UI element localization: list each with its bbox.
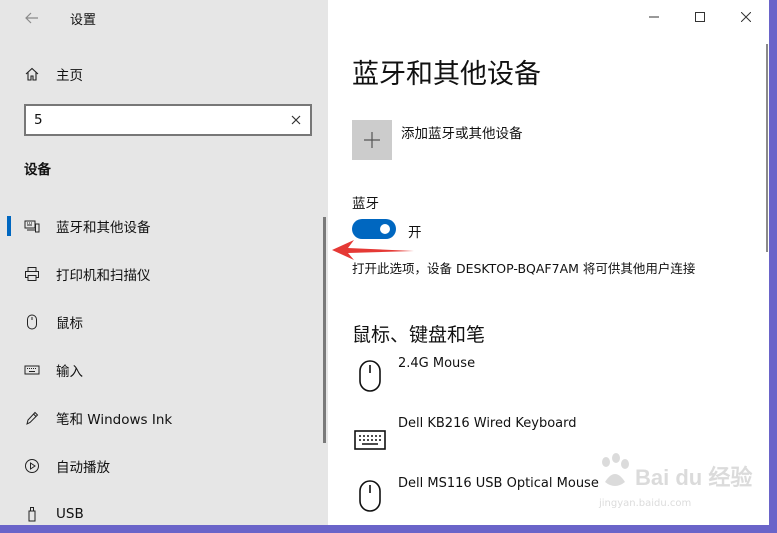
mouse-icon [359,360,381,392]
clear-search-icon[interactable] [288,112,304,128]
back-button[interactable] [18,6,46,30]
sidebar-item-label: 笔和 Windows Ink [56,412,173,428]
title-bar-left: 设置 [0,0,328,36]
sidebar: 设置 主页 设备 蓝牙和 [0,0,328,525]
home-icon [25,67,39,81]
plus-icon [364,132,380,148]
settings-window: 设置 主页 设备 蓝牙和 [0,0,769,525]
search-box [24,104,312,136]
sidebar-item-mouse[interactable]: 鼠标 [0,302,320,342]
watermark-brand: Bai du 经验 [635,465,753,490]
maximize-icon [695,12,705,22]
annotation-arrow-icon [332,240,414,260]
section-title: 鼠标、键盘和笔 [352,324,486,346]
add-device-button[interactable] [352,120,392,160]
sidebar-item-printers[interactable]: 打印机和扫描仪 [0,254,320,294]
device-name: Dell KB216 Wired Keyboard [398,416,577,431]
sidebar-item-label: 鼠标 [56,316,83,332]
device-item[interactable]: 2.4G Mouse [352,356,752,400]
close-icon [741,12,751,22]
close-button[interactable] [723,0,769,34]
sidebar-scrollbar[interactable] [323,217,326,443]
maximize-button[interactable] [677,0,723,34]
mouse-icon [359,480,381,512]
device-name: 2.4G Mouse [398,356,476,371]
printer-icon [25,267,39,281]
page-title: 蓝牙和其他设备 [352,59,541,90]
sidebar-item-autoplay[interactable]: 自动播放 [0,446,320,486]
sidebar-item-bluetooth[interactable]: 蓝牙和其他设备 [0,206,320,246]
minimize-button[interactable] [631,0,677,34]
bluetooth-devices-icon [24,220,40,233]
sidebar-item-pen[interactable]: 笔和 Windows Ink [0,398,320,438]
sidebar-section-title: 设备 [24,162,51,178]
bluetooth-toggle[interactable] [352,219,396,239]
sidebar-item-label: 输入 [56,364,83,380]
paw-logo-icon [602,453,629,486]
app-title: 设置 [70,13,97,28]
mouse-icon [27,314,37,330]
watermark-url: jingyan.baidu.com [599,498,692,509]
content-scrollbar[interactable] [766,44,768,252]
back-arrow-icon [25,12,38,24]
pen-icon [26,411,39,425]
search-input[interactable] [34,106,274,134]
minimize-icon [649,16,659,18]
usb-icon [28,507,36,522]
sidebar-item-typing[interactable]: 输入 [0,350,320,390]
autoplay-icon [25,459,39,473]
sidebar-item-label: 自动播放 [56,460,110,476]
add-device-label[interactable]: 添加蓝牙或其他设备 [401,122,523,142]
watermark: Bai du 经验 jingyan.baidu.com [595,446,765,516]
sidebar-item-usb[interactable]: USB [0,494,320,525]
home-nav-item[interactable]: 主页 [14,60,314,88]
device-name: Dell MS116 USB Optical Mouse [398,476,599,491]
sidebar-item-label: 蓝牙和其他设备 [56,220,151,236]
sidebar-item-label: 打印机和扫描仪 [56,268,151,284]
keyboard-icon [24,365,40,375]
bluetooth-label: 蓝牙 [352,196,379,212]
keyboard-icon [354,430,386,450]
sidebar-item-label: USB [56,506,84,522]
home-label: 主页 [56,68,83,84]
toggle-knob [380,224,390,234]
